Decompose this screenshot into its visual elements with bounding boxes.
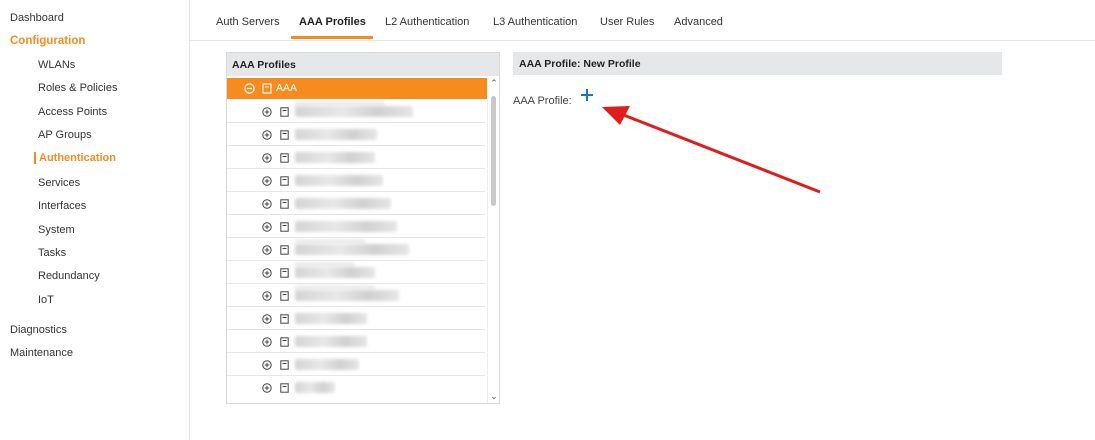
profile-doc-icon bbox=[280, 291, 289, 301]
redacted-profile-name bbox=[295, 106, 413, 117]
redacted-profile-name bbox=[295, 152, 375, 163]
profile-doc-icon bbox=[280, 268, 289, 278]
profile-row[interactable] bbox=[227, 100, 485, 123]
expand-icon[interactable] bbox=[262, 153, 272, 163]
redacted-profile-name bbox=[295, 313, 367, 324]
redacted-profile-name bbox=[295, 290, 399, 301]
nav-configuration[interactable]: Configuration bbox=[10, 35, 85, 47]
profile-row[interactable] bbox=[227, 261, 485, 284]
redacted-profile-name bbox=[295, 129, 377, 140]
profile-row[interactable] bbox=[227, 238, 485, 261]
redacted-profile-name bbox=[295, 175, 383, 186]
profile-list: AAA bbox=[227, 76, 487, 403]
profile-doc-icon bbox=[280, 130, 289, 140]
profile-row[interactable] bbox=[227, 376, 485, 399]
profile-doc-icon bbox=[280, 360, 289, 370]
tab-user-rules[interactable]: User Rules bbox=[600, 16, 654, 28]
tab-l2-authentication[interactable]: L2 Authentication bbox=[385, 16, 469, 28]
tab-bar: Auth Servers AAA Profiles L2 Authenticat… bbox=[190, 0, 1095, 41]
nav-dashboard[interactable]: Dashboard bbox=[10, 12, 64, 24]
profile-row[interactable] bbox=[227, 192, 485, 215]
new-profile-panel-title: AAA Profile: New Profile bbox=[513, 52, 1002, 75]
expand-icon[interactable] bbox=[262, 268, 272, 278]
nav-tasks[interactable]: Tasks bbox=[38, 247, 66, 259]
sidebar: Dashboard Configuration WLANs Roles & Po… bbox=[0, 0, 190, 440]
nav-redundancy[interactable]: Redundancy bbox=[38, 270, 100, 282]
tab-advanced[interactable]: Advanced bbox=[674, 16, 723, 28]
profile-doc-icon bbox=[280, 383, 289, 393]
profile-doc-icon bbox=[280, 245, 289, 255]
redacted-profile-name bbox=[295, 336, 367, 347]
expand-icon[interactable] bbox=[262, 314, 272, 324]
expand-icon[interactable] bbox=[262, 291, 272, 301]
profile-list-scrollbar[interactable]: ⌃ ⌄ bbox=[487, 76, 499, 403]
profile-doc-icon bbox=[280, 199, 289, 209]
profile-doc-icon bbox=[280, 337, 289, 347]
expand-icon[interactable] bbox=[262, 199, 272, 209]
nav-iot[interactable]: IoT bbox=[38, 294, 54, 306]
scroll-up-icon[interactable]: ⌃ bbox=[488, 76, 500, 90]
aaa-profiles-panel-title: AAA Profiles bbox=[227, 53, 499, 76]
profile-row[interactable] bbox=[227, 146, 485, 169]
profile-row[interactable] bbox=[227, 215, 485, 238]
aaa-profile-field-label: AAA Profile: bbox=[513, 95, 572, 107]
expand-icon[interactable] bbox=[262, 107, 272, 117]
redacted-profile-name bbox=[295, 267, 375, 278]
redacted-profile-name bbox=[295, 359, 359, 370]
expand-icon[interactable] bbox=[262, 245, 272, 255]
profile-row-selected[interactable]: AAA bbox=[227, 78, 487, 99]
expand-icon[interactable] bbox=[262, 176, 272, 186]
profile-doc-icon bbox=[280, 176, 289, 186]
nav-authentication[interactable]: Authentication bbox=[34, 152, 116, 164]
redacted-profile-name bbox=[295, 244, 409, 255]
expand-icon[interactable] bbox=[262, 222, 272, 232]
tab-l3-authentication[interactable]: L3 Authentication bbox=[493, 16, 577, 28]
nav-access-points[interactable]: Access Points bbox=[38, 106, 107, 118]
profile-row[interactable] bbox=[227, 307, 485, 330]
redacted-profile-name bbox=[295, 198, 391, 209]
nav-interfaces[interactable]: Interfaces bbox=[38, 200, 86, 212]
profile-doc-icon bbox=[280, 314, 289, 324]
tab-auth-servers[interactable]: Auth Servers bbox=[216, 16, 280, 28]
aaa-profiles-panel: AAA Profiles AAA ⌃ ⌄ bbox=[226, 52, 500, 404]
scroll-thumb[interactable] bbox=[491, 96, 496, 206]
expand-icon[interactable] bbox=[262, 383, 272, 393]
profile-doc-icon bbox=[280, 107, 289, 117]
scroll-down-icon[interactable]: ⌄ bbox=[488, 389, 500, 403]
expand-icon[interactable] bbox=[262, 360, 272, 370]
profile-doc-icon bbox=[280, 153, 289, 163]
nav-diagnostics[interactable]: Diagnostics bbox=[10, 324, 67, 336]
profile-row[interactable] bbox=[227, 169, 485, 192]
nav-wlans[interactable]: WLANs bbox=[38, 59, 75, 71]
profile-row[interactable] bbox=[227, 330, 485, 353]
nav-services[interactable]: Services bbox=[38, 177, 80, 189]
profile-row[interactable] bbox=[227, 123, 485, 146]
redacted-profile-name bbox=[295, 382, 335, 393]
nav-roles-policies[interactable]: Roles & Policies bbox=[38, 82, 117, 94]
tab-aaa-profiles[interactable]: AAA Profiles bbox=[299, 16, 366, 28]
collapse-icon[interactable] bbox=[244, 83, 255, 94]
profile-doc-icon bbox=[262, 83, 272, 94]
expand-icon[interactable] bbox=[262, 337, 272, 347]
expand-icon[interactable] bbox=[262, 130, 272, 140]
profile-row[interactable] bbox=[227, 284, 485, 307]
profile-row-label: AAA bbox=[276, 82, 298, 94]
nav-maintenance[interactable]: Maintenance bbox=[10, 347, 73, 359]
nav-system[interactable]: System bbox=[38, 224, 75, 236]
profile-row[interactable] bbox=[227, 353, 485, 376]
active-tab-indicator bbox=[291, 36, 373, 39]
profile-doc-icon bbox=[280, 222, 289, 232]
redacted-profile-name bbox=[295, 221, 397, 232]
nav-ap-groups[interactable]: AP Groups bbox=[38, 129, 92, 141]
annotation-arrow bbox=[602, 106, 821, 194]
